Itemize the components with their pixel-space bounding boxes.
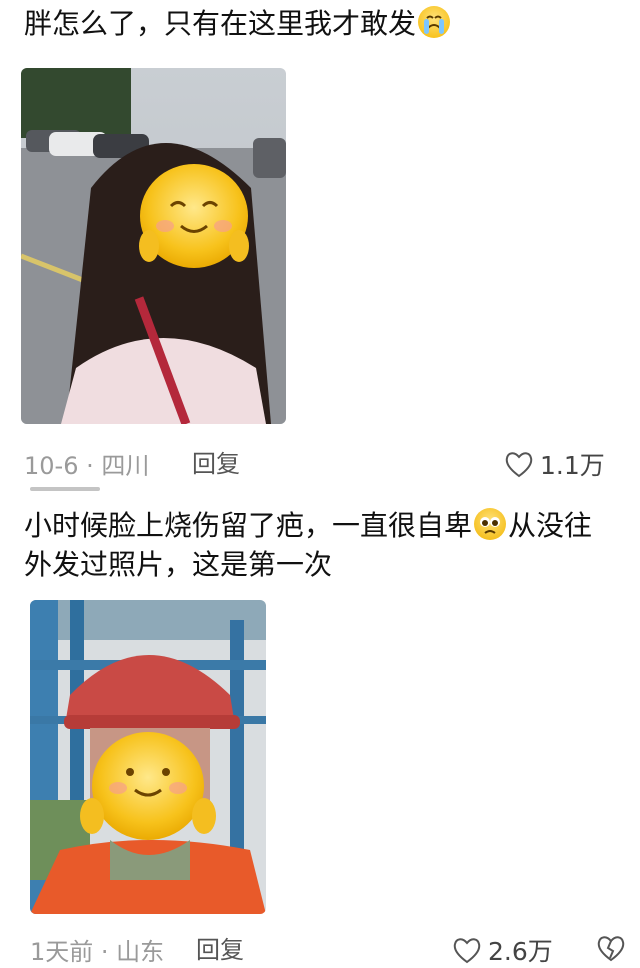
comment-1-text: 胖怎么了，只有在这里我才敢发 (24, 2, 628, 46)
comment-1-like-button[interactable]: 1.1万 (504, 446, 605, 482)
comment-2-text-line-1: 小时候脸上烧伤留了疤，一直很自卑 从没往 (24, 504, 628, 548)
comment-2-body-1: 小时候脸上烧伤留了疤，一直很自卑 (24, 509, 473, 542)
comment-1-body: 胖怎么了，只有在这里我才敢发 (24, 7, 417, 40)
comment-2-text-line-2: 外发过照片，这是第一次 (24, 548, 333, 581)
comment-1-photo[interactable] (21, 68, 286, 424)
pleading-face-icon (474, 508, 507, 540)
comment-2-meta: 1天前 · 山东 (30, 938, 165, 966)
heart-outline-icon (505, 452, 533, 478)
comment-2-reply-button[interactable]: 回复 (196, 930, 244, 965)
cropped-username (30, 487, 100, 491)
comment-2-body-1-after: 从没往 (508, 509, 593, 542)
comment-2-like-count: 2.6万 (488, 937, 553, 966)
comment-1-like-count: 1.1万 (540, 451, 605, 480)
heart-outline-icon (453, 938, 481, 964)
comment-2-like-button[interactable]: 2.6万 (452, 932, 553, 968)
comment-2-dislike-button[interactable] (596, 934, 626, 966)
comment-1-reply-button[interactable]: 回复 (192, 444, 240, 479)
crying-face-icon (418, 6, 451, 38)
broken-heart-icon (597, 936, 625, 962)
comment-1-meta: 10-6 · 四川 (24, 452, 150, 480)
comment-2-photo[interactable] (30, 600, 266, 914)
